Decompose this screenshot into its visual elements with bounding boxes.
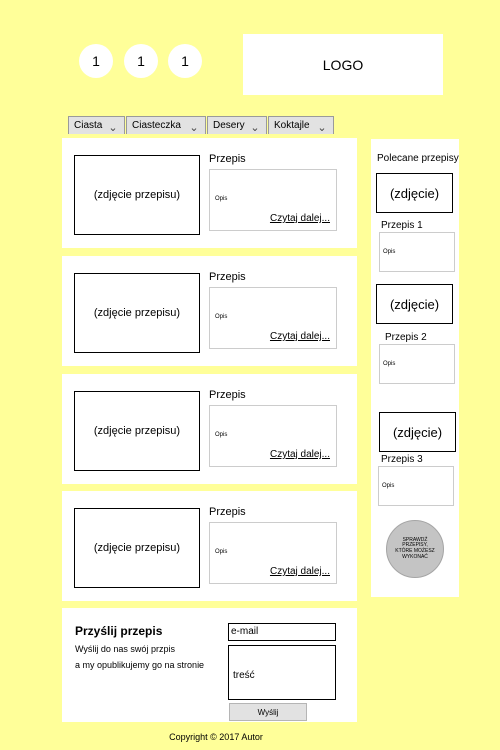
recipe-description: Opis Czytaj dalej... — [209, 169, 337, 231]
chevron-down-icon: ⌄ — [189, 122, 199, 134]
send-button[interactable]: Wyślij — [229, 703, 307, 721]
recipe-description: Opis Czytaj dalej... — [209, 287, 337, 349]
menu-item-label: Ciasteczka — [132, 120, 181, 131]
recipe-description: Opis Czytaj dalej... — [209, 522, 337, 584]
counter-badge-1: 1 — [79, 44, 113, 78]
read-more-link[interactable]: Czytaj dalej... — [270, 566, 330, 577]
chevron-down-icon: ⌄ — [108, 122, 118, 134]
sidebar-heading: Polecane przepisy — [377, 153, 459, 164]
menu-item-desery[interactable]: Desery ⌄ — [207, 116, 267, 134]
sidebar-description-text: Opis — [383, 361, 396, 367]
sidebar-recipe-description: Opis — [379, 232, 455, 272]
submit-recipe-text-1: Wyślij do nas swój przpis — [75, 644, 175, 654]
sidebar-photo[interactable]: (zdjęcie) — [376, 173, 453, 213]
menu-item-label: Koktajle — [274, 120, 310, 131]
recipe-description-text: Opis — [215, 196, 228, 202]
sidebar-photo[interactable]: (zdjęcie) — [376, 284, 453, 324]
sidebar-recipe-description: Opis — [378, 466, 454, 506]
recipe-card: (zdjęcie przepisu) Przepis Opis Czytaj d… — [62, 138, 357, 248]
sidebar-recipe-name[interactable]: Przepis 3 — [381, 454, 423, 465]
sidebar-recipe-name[interactable]: Przepis 2 — [385, 332, 427, 343]
menu-item-ciasta[interactable]: Ciasta ⌄ — [68, 116, 125, 134]
read-more-link[interactable]: Czytaj dalej... — [270, 213, 330, 224]
sidebar-description-text: Opis — [383, 249, 396, 255]
sidebar-description-text: Opis — [382, 483, 395, 489]
category-menu: Ciasta ⌄ Ciasteczka ⌄ Desery ⌄ Koktajle … — [68, 116, 335, 134]
submit-recipe-title: Przyślij przepis — [75, 624, 163, 638]
submit-recipe-panel: Przyślij przepis Wyślij do nas swój przp… — [62, 608, 357, 722]
recipe-title[interactable]: Przepis — [209, 271, 246, 283]
menu-item-label: Ciasta — [74, 120, 103, 131]
recipe-title[interactable]: Przepis — [209, 506, 246, 518]
sidebar-recipe-name[interactable]: Przepis 1 — [381, 220, 423, 231]
counter-badge-2: 1 — [124, 44, 158, 78]
recipe-card: (zdjęcie przepisu) Przepis Opis Czytaj d… — [62, 491, 357, 601]
sidebar-recipe-description: Opis — [379, 344, 455, 384]
recipe-photo[interactable]: (zdjęcie przepisu) — [74, 155, 200, 235]
menu-item-koktajle[interactable]: Koktajle ⌄ — [268, 116, 334, 134]
recipe-description-text: Opis — [215, 432, 228, 438]
recipe-card: (zdjęcie przepisu) Przepis Opis Czytaj d… — [62, 374, 357, 484]
recipe-description: Opis Czytaj dalej... — [209, 405, 337, 467]
email-field[interactable]: e-mail — [228, 623, 336, 641]
recipe-photo[interactable]: (zdjęcie przepisu) — [74, 508, 200, 588]
menu-item-label: Desery — [213, 120, 245, 131]
recipe-description-text: Opis — [215, 314, 228, 320]
logo[interactable]: LOGO — [243, 34, 443, 95]
sidebar-photo[interactable]: (zdjęcie) — [379, 412, 456, 452]
recipe-title[interactable]: Przepis — [209, 389, 246, 401]
recipe-description-text: Opis — [215, 549, 228, 555]
submit-recipe-text-2: a my opublikujemy go na stronie — [75, 660, 205, 670]
menu-item-ciasteczka[interactable]: Ciasteczka ⌄ — [126, 116, 206, 134]
footer-copyright: Copyright © 2017 Autor — [169, 732, 263, 742]
chevron-down-icon: ⌄ — [317, 122, 327, 134]
read-more-link[interactable]: Czytaj dalej... — [270, 331, 330, 342]
recipe-card: (zdjęcie przepisu) Przepis Opis Czytaj d… — [62, 256, 357, 366]
check-recipes-button[interactable]: SPRAWDŹ PRZEPISY, KTÓRE MOŻESZ WYKONAĆ — [386, 520, 444, 578]
recipe-photo[interactable]: (zdjęcie przepisu) — [74, 391, 200, 471]
recommended-sidebar: Polecane przepisy (zdjęcie) Przepis 1 Op… — [371, 139, 459, 597]
chevron-down-icon: ⌄ — [250, 122, 260, 134]
content-field[interactable]: treść — [228, 645, 336, 700]
recipe-title[interactable]: Przepis — [209, 153, 246, 165]
recipe-photo[interactable]: (zdjęcie przepisu) — [74, 273, 200, 353]
read-more-link[interactable]: Czytaj dalej... — [270, 449, 330, 460]
counter-badge-3: 1 — [168, 44, 202, 78]
